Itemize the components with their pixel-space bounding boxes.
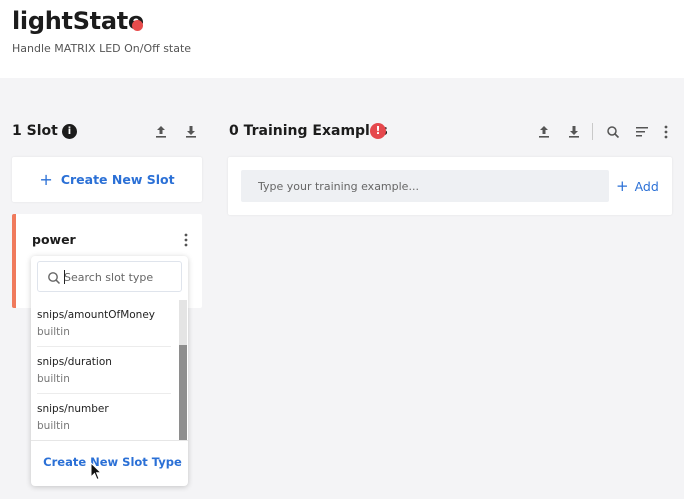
plus-icon: + — [616, 177, 629, 195]
page-header: lightState Handle MATRIX LED On/Off stat… — [0, 0, 684, 78]
more-vertical-icon[interactable] — [658, 124, 668, 140]
download-slots-icon[interactable] — [183, 124, 199, 140]
add-example-button[interactable]: + Add — [616, 177, 659, 195]
status-dot — [132, 20, 143, 31]
slot-type-dropdown: snips/amountOfMoney builtin snips/durati… — [31, 256, 188, 486]
slot-type-search[interactable] — [37, 261, 182, 292]
plus-icon: + — [39, 170, 53, 189]
slot-type-list[interactable]: snips/amountOfMoney builtin snips/durati… — [31, 300, 188, 440]
training-input-card: + Add — [228, 157, 672, 215]
toolbar-divider — [592, 123, 593, 140]
upload-slots-icon[interactable] — [153, 124, 169, 140]
upload-examples-icon[interactable] — [536, 124, 552, 140]
add-label: Add — [634, 179, 659, 194]
page-title: lightState — [12, 7, 144, 35]
training-example-input[interactable] — [241, 170, 609, 202]
create-slot-label: Create New Slot — [60, 172, 175, 187]
search-examples-icon[interactable] — [605, 124, 621, 140]
create-slot-type-button[interactable]: Create New Slot Type — [31, 455, 188, 469]
mouse-cursor-icon — [90, 462, 102, 481]
sort-icon[interactable] — [634, 124, 650, 140]
training-examples-title: 0 Training Examples — [229, 123, 388, 139]
info-icon[interactable]: i — [62, 124, 77, 139]
slot-count: 1 Slot — [12, 123, 58, 139]
page-subtitle: Handle MATRIX LED On/Off state — [12, 42, 192, 55]
option-name: snips/number — [37, 403, 109, 415]
search-icon — [48, 272, 61, 285]
option-kind: builtin — [37, 373, 70, 385]
option-kind: builtin — [37, 420, 70, 432]
slot-type-option[interactable]: snips/amountOfMoney builtin — [37, 300, 171, 347]
option-name: snips/amountOfMoney — [37, 309, 156, 321]
option-name: snips/duration — [37, 356, 112, 368]
text-caret — [64, 270, 65, 284]
divider — [31, 440, 188, 441]
slot-type-search-input[interactable] — [64, 268, 176, 286]
slot-name: power — [32, 232, 76, 247]
option-kind: builtin — [37, 326, 70, 338]
download-examples-icon[interactable] — [566, 124, 582, 140]
slot-type-option[interactable]: snips/duration builtin — [37, 347, 171, 394]
scrollbar-thumb[interactable] — [179, 345, 187, 440]
alert-icon[interactable]: ! — [370, 123, 386, 139]
create-slot-button[interactable]: + Create New Slot — [12, 157, 202, 202]
more-vertical-icon[interactable] — [182, 232, 190, 247]
slot-type-option[interactable]: snips/number builtin — [37, 394, 171, 440]
